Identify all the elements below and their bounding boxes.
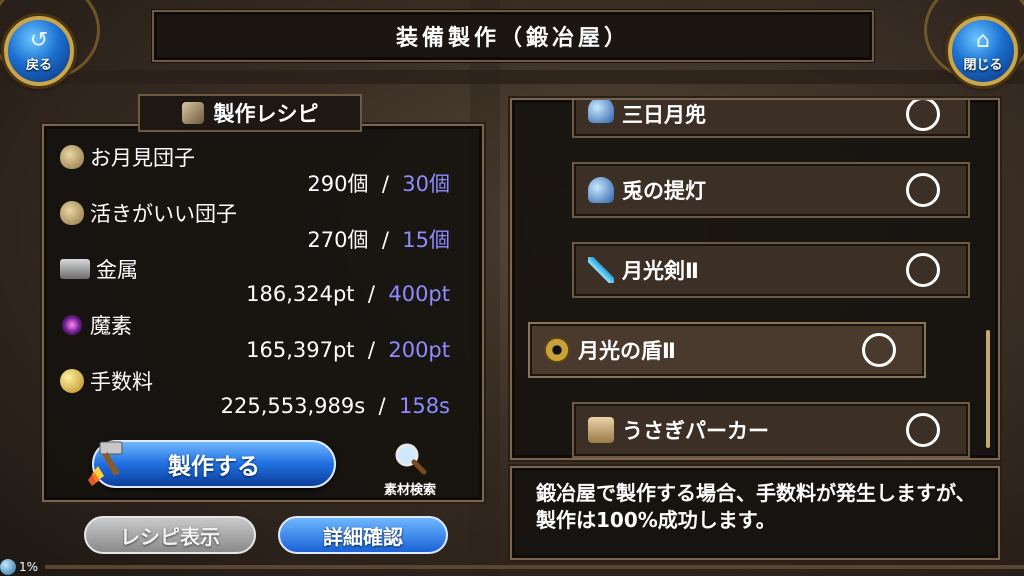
close-button-label: 閉じる	[963, 57, 1003, 73]
magnifier-icon	[395, 443, 427, 475]
detail-confirm-label: 詳細確認	[323, 524, 403, 549]
coin-icon	[60, 369, 84, 393]
material-separator: /	[367, 338, 375, 362]
item-name: うさぎパーカー	[622, 419, 769, 443]
back-button[interactable]: ↺ 戻る	[4, 16, 74, 86]
hammer-icon	[88, 441, 123, 486]
recipe-book-icon	[181, 102, 204, 124]
material-search-label: 素材検索	[383, 483, 436, 498]
item-name: 月光の盾Ⅱ	[578, 339, 676, 363]
material-name: 活きがいい団子	[90, 202, 237, 226]
page-title: 装備製作（鍛冶屋）	[151, 9, 875, 63]
material-name: 手数料	[90, 370, 153, 394]
shield-icon	[544, 337, 570, 363]
material-search-button[interactable]: 素材検索	[372, 438, 448, 498]
circle-mark-icon	[906, 100, 940, 131]
home-icon: ⌂	[976, 27, 990, 53]
circle-mark-icon	[906, 413, 940, 447]
helmet-icon	[588, 177, 614, 203]
list-item[interactable]: 三日月兜	[572, 100, 970, 138]
progress-bar	[45, 565, 1024, 569]
status-bar: 1%	[0, 558, 1024, 576]
material-separator: /	[381, 172, 389, 196]
material-have: 225,553,989s	[220, 394, 366, 418]
material-have: 186,324pt	[246, 282, 355, 306]
material-row: 魔素 165,397pt / 200pt	[60, 310, 460, 370]
list-scrollbar[interactable]	[986, 330, 990, 448]
helmet-icon	[588, 100, 614, 123]
detail-confirm-button[interactable]: 詳細確認	[278, 516, 448, 554]
material-row: 金属 186,324pt / 400pt	[60, 254, 460, 314]
material-name: お月見団子	[90, 146, 195, 170]
material-name: 魔素	[90, 314, 132, 338]
message-text: 鍛冶屋で製作する場合、手数料が発生しますが、製作は100%成功します。	[536, 481, 976, 532]
material-row: お月見団子 290個 / 30個	[60, 142, 460, 202]
circle-mark-icon	[906, 173, 940, 207]
circle-mark-icon	[862, 333, 896, 367]
metal-ingot-icon	[60, 259, 90, 279]
return-arrow-icon: ↺	[29, 27, 49, 53]
clothing-icon	[588, 417, 614, 443]
material-have: 270個	[307, 228, 369, 252]
list-item[interactable]: うさぎパーカー	[572, 402, 970, 458]
item-name: 月光剣Ⅱ	[622, 259, 699, 283]
material-need: 30個	[402, 172, 450, 196]
close-button[interactable]: ⌂ 閉じる	[948, 16, 1018, 86]
circle-mark-icon	[906, 253, 940, 287]
magic-orb-icon	[62, 315, 82, 335]
sword-icon	[588, 257, 614, 283]
material-separator: /	[367, 282, 375, 306]
material-need: 15個	[402, 228, 450, 252]
recipe-header: 製作レシピ	[138, 94, 362, 132]
material-need: 400pt	[388, 282, 450, 306]
material-separator: /	[378, 394, 386, 418]
material-name: 金属	[96, 258, 138, 282]
back-button-label: 戻る	[25, 57, 52, 73]
material-have: 165,397pt	[246, 338, 355, 362]
material-need: 158s	[398, 394, 450, 418]
recipe-view-button[interactable]: レシピ表示	[84, 516, 256, 554]
item-name: 三日月兜	[622, 103, 706, 127]
dango-bag-icon	[60, 145, 84, 169]
material-have: 290個	[307, 172, 369, 196]
progress-text: 1%	[19, 560, 39, 574]
list-item[interactable]: 兎の提灯	[572, 162, 970, 218]
material-row: 活きがいい団子 270個 / 15個	[60, 198, 460, 258]
material-need: 200pt	[388, 338, 450, 362]
recipe-header-label: 製作レシピ	[213, 102, 319, 126]
dango-bag-icon	[60, 201, 84, 225]
material-separator: /	[381, 228, 389, 252]
recipe-view-label: レシピ表示	[120, 524, 220, 549]
material-row: 手数料 225,553,989s / 158s	[60, 366, 460, 426]
background-beam	[0, 70, 1024, 84]
list-item[interactable]: 月光剣Ⅱ	[572, 242, 970, 298]
list-item-selected[interactable]: 月光の盾Ⅱ	[528, 322, 926, 378]
item-name: 兎の提灯	[622, 179, 706, 203]
craft-button-label: 製作する	[168, 454, 260, 480]
globe-icon	[0, 559, 16, 575]
